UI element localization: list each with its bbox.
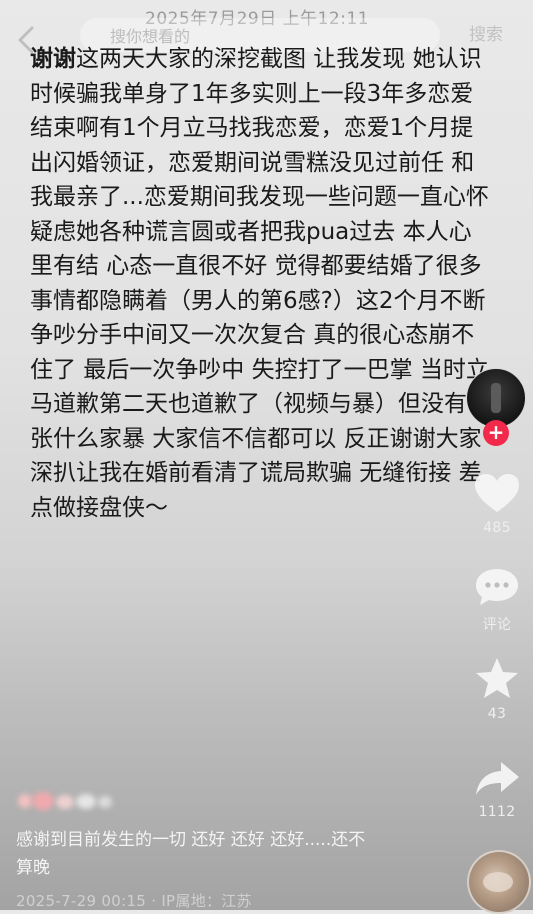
avatar: [466, 368, 526, 428]
music-disc-button[interactable]: [467, 850, 531, 914]
like-button[interactable]: 485: [470, 472, 524, 536]
note-line: 疑虑她各种谎言圆或者把我pua过去 本人心: [30, 218, 472, 245]
note-line: 张什么家暴 大家信不信都可以 反正谢谢大家: [30, 425, 482, 452]
note-line: 马道歉第二天也道歉了（视频与暴）但没有夸: [30, 391, 490, 417]
blur-blob: [76, 794, 96, 809]
favorite-button[interactable]: 43: [470, 656, 524, 722]
follow-button[interactable]: +: [483, 420, 509, 446]
note-line: 时候骗我单身了1年多实则上一段3年多恋爱: [30, 80, 474, 107]
post-caption: 感谢到目前发生的一切 还好 还好 还好.....还不 算晚: [16, 826, 436, 882]
share-button[interactable]: 1112: [470, 758, 524, 820]
heart-icon: [475, 474, 519, 512]
note-line: 这两天大家的深挖截图 让我发现 她认识: [76, 46, 482, 72]
avatar-figure: [491, 383, 501, 413]
blur-blob: [56, 795, 74, 809]
comment-button[interactable]: 评论: [470, 566, 524, 634]
author-avatar-button[interactable]: [466, 368, 526, 428]
music-disc-image: [483, 872, 513, 892]
author-name-blurred[interactable]: [18, 792, 118, 812]
share-arrow-icon: [476, 762, 519, 795]
blur-blob: [32, 792, 54, 810]
note-line: 结束啊有1个月立马找我恋爱，恋爱1个月提: [30, 115, 474, 141]
note-line: 争吵分手中间又一次次复合 真的很心态崩不: [30, 322, 475, 348]
note-text: 谢谢这两天大家的深挖截图 让我发现 她认识 时候骗我单身了1年多实则上一段3年多…: [30, 42, 498, 525]
note-line: 深扒让我在婚前看清了谎局欺骗 无缝衔接 差: [30, 460, 482, 486]
note-line: 里有结 心态一直很不好 觉得都要结婚了很多: [30, 253, 482, 279]
caption-line: 感谢到目前发生的一切 还好 还好 还好.....还不: [16, 830, 366, 850]
like-count: 485: [483, 520, 511, 536]
note-lead: 谢谢: [30, 46, 76, 72]
caption-line: 算晚: [16, 858, 50, 878]
star-icon: [476, 658, 518, 698]
blur-blob: [18, 794, 32, 808]
note-line: 出闪婚领证，恋爱期间说雪糕没见过前任 和: [30, 149, 475, 176]
share-count: 1112: [478, 804, 516, 820]
comment-label: 评论: [482, 617, 512, 633]
blur-blob: [98, 796, 112, 808]
speech-bubble-icon: [476, 569, 518, 605]
note-line: 事情都隐瞒着（男人的第6感?）这2个月不断: [30, 287, 486, 314]
post-meta: 2025-7-29 00:15 · IP属地：江苏: [16, 892, 252, 910]
note-line: 住了 最后一次争吵中 失控打了一巴掌 当时立: [30, 356, 489, 383]
note-line: 点做接盘侠～: [30, 494, 168, 521]
note-line: 我最亲了...恋爱期间我发现一些问题一直心怀: [30, 184, 489, 210]
favorite-count: 43: [487, 706, 507, 722]
